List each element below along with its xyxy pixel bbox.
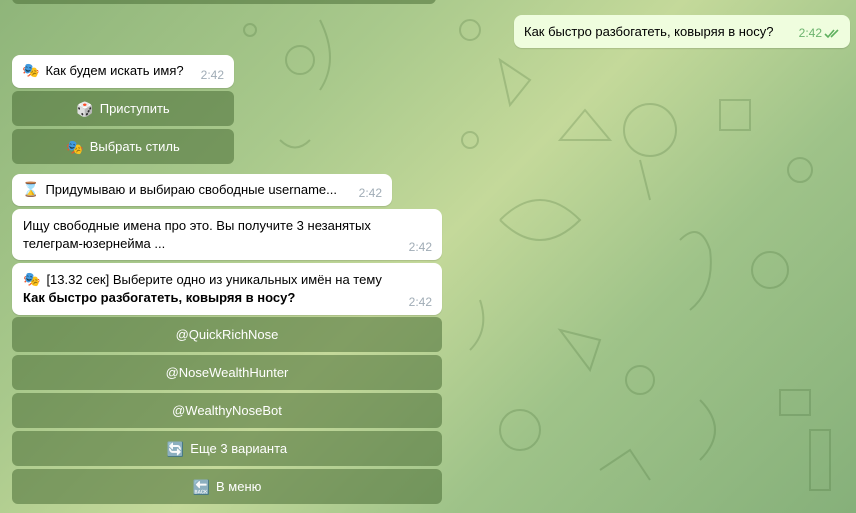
option-label: @NoseWealthHunter bbox=[165, 365, 289, 380]
theater-masks-icon: 🎭 bbox=[23, 271, 41, 287]
outgoing-message-time: 2:42 bbox=[798, 26, 822, 40]
message-search-method: 🎭 Как будем искать имя? 2:42 bbox=[12, 55, 234, 88]
message-time: 2:42 bbox=[408, 240, 432, 254]
theater-masks-icon: 🎭 bbox=[66, 138, 84, 155]
refresh-icon: 🔄 bbox=[166, 440, 185, 457]
message-time: 2:42 bbox=[408, 295, 432, 309]
theater-masks-icon: 🎭 bbox=[22, 62, 40, 78]
message-choose-topic: Как быстро разбогатеть, ковыряя в носу? bbox=[23, 290, 296, 305]
option-button-nosewealthhunter[interactable]: @NoseWealthHunter bbox=[12, 355, 442, 390]
choose-style-button[interactable]: 🎭 Выбрать стиль bbox=[12, 129, 234, 164]
more-options-button[interactable]: 🔄 Еще 3 варианта bbox=[12, 431, 442, 466]
message-choose-name: 🎭 [13.32 сек] Выберите одно из уникальных… bbox=[12, 263, 442, 315]
message-time: 2:42 bbox=[358, 186, 382, 200]
dice-icon: 🎲 bbox=[76, 100, 94, 117]
option-label: @QuickRichNose bbox=[175, 327, 279, 342]
outgoing-message-text: Как быстро разбогатеть, ковыряя в носу? bbox=[524, 24, 774, 39]
message-choose-text: [13.32 сек] Выберите одно из уникальных … bbox=[46, 272, 382, 287]
start-button[interactable]: 🎲 Приступить bbox=[12, 91, 234, 126]
choose-style-button-label: Выбрать стиль bbox=[89, 139, 180, 154]
message-searching-text: Ищу свободные имена про это. Вы получите… bbox=[23, 218, 371, 251]
message-thinking-text: Придумываю и выбираю свободные username.… bbox=[45, 182, 337, 197]
message-thinking: ⌛ Придумываю и выбираю свободные username… bbox=[12, 174, 392, 206]
option-label: @WealthyNoseBot bbox=[172, 403, 282, 418]
previous-keyboard-edge bbox=[12, 0, 436, 4]
back-to-menu-button[interactable]: 🔙 В меню bbox=[12, 469, 442, 504]
hourglass-icon: ⌛ bbox=[22, 181, 40, 197]
message-searching: Ищу свободные имена про это. Вы получите… bbox=[12, 209, 442, 260]
back-to-menu-label: В меню bbox=[216, 479, 262, 494]
option-button-quickrichnose[interactable]: @QuickRichNose bbox=[12, 317, 442, 352]
option-button-wealthynosebot[interactable]: @WealthyNoseBot bbox=[12, 393, 442, 428]
back-arrow-icon: 🔙 bbox=[192, 478, 211, 495]
start-button-label: Приступить bbox=[99, 101, 170, 116]
message-search-method-text: Как будем искать имя? bbox=[45, 63, 184, 78]
message-time: 2:42 bbox=[200, 68, 224, 82]
outgoing-message: Как быстро разбогатеть, ковыряя в носу? … bbox=[514, 15, 850, 48]
more-options-label: Еще 3 варианта bbox=[190, 441, 288, 456]
double-check-icon bbox=[824, 29, 839, 39]
